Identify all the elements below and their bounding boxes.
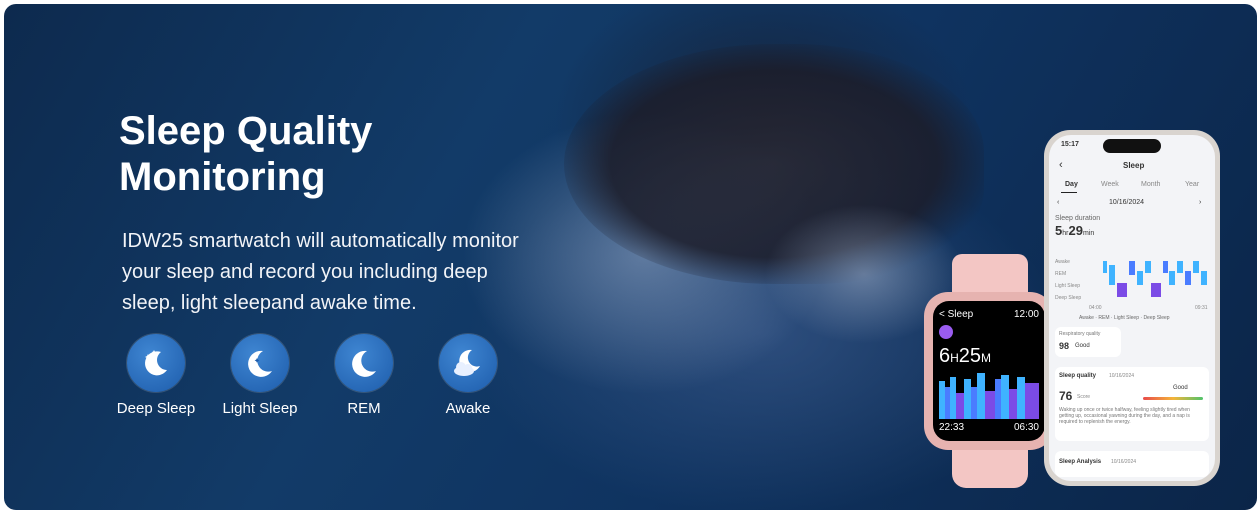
quality-gauge: [1143, 397, 1203, 400]
chart-end-time: 09:31: [1195, 305, 1208, 311]
chart-start-time: 04:00: [1089, 305, 1102, 311]
feature-awake: Awake: [418, 334, 518, 417]
active-tab-indicator: [1061, 192, 1077, 193]
legend-awake: Awake: [1079, 315, 1094, 321]
sleep-quality-unit: Score: [1077, 394, 1091, 400]
smartwatch: < Sleep 12:00 6H25M 22:33 06:30: [924, 292, 1054, 450]
sleep-quality-description: Waking up once or twice halfway, feeling…: [1059, 407, 1190, 425]
sleep-quality-status: Good: [1173, 385, 1188, 391]
tab-year[interactable]: Year: [1185, 181, 1199, 188]
prev-date-icon[interactable]: ‹: [1057, 199, 1059, 206]
duration-hours-unit: H: [950, 351, 959, 365]
moon-icon: [335, 334, 393, 392]
moon-stars-icon: [127, 334, 185, 392]
watch-sleep-duration: 6H25M: [939, 345, 991, 368]
tab-week[interactable]: Week: [1101, 181, 1119, 188]
watch-clock: 12:00: [1013, 309, 1039, 320]
chevron-left-icon[interactable]: ‹: [1059, 159, 1063, 171]
description-line1: IDW25 smartwatch will automatically moni…: [122, 230, 519, 252]
sleep-quality-label: Sleep quality: [1059, 373, 1097, 379]
duration-minutes: 25: [958, 345, 982, 367]
duration-minutes-unit: min: [1082, 230, 1095, 237]
hero-title-line1: Sleep Quality: [119, 109, 373, 153]
sleep-quality-date: 10/16/2024: [1109, 373, 1135, 379]
moon-cloud-icon: [439, 334, 497, 392]
chart-legend: Awake · REM · Light Sleep · Deep Sleep: [1079, 315, 1170, 321]
stage-awake-label: Awake: [1055, 259, 1070, 265]
sleep-analysis-date: 10/16/2024: [1111, 459, 1137, 465]
sleep-duration-value: 5hr29min: [1055, 223, 1094, 238]
duration-minutes: 29: [1068, 223, 1083, 238]
respiratory-status: Good: [1075, 343, 1090, 349]
sleep-analysis-label: Sleep Analysis: [1059, 459, 1102, 465]
legend-deep: Deep Sleep: [1143, 315, 1170, 321]
watch-end-time: 06:30: [1013, 422, 1039, 433]
watch-back-label[interactable]: < Sleep: [939, 309, 973, 320]
watch-screen: < Sleep 12:00 6H25M 22:33 06:30: [933, 301, 1045, 441]
sleep-quality-card: Sleep quality 10/16/2024 76 Score Good W…: [1055, 367, 1209, 441]
feature-rem: REM: [314, 334, 414, 417]
legend-rem: REM: [1098, 315, 1110, 321]
legend-light: Light Sleep: [1113, 315, 1139, 321]
phone-notch: [1103, 139, 1161, 153]
stage-light-label: Light Sleep: [1055, 283, 1081, 289]
respiratory-card: Respiratory quality 98 Good: [1055, 327, 1121, 357]
hero-title: Sleep Quality Monitoring: [119, 108, 459, 200]
feature-deep-sleep: Deep Sleep: [106, 334, 206, 417]
feature-label: Deep Sleep: [116, 400, 196, 417]
hero-description: IDW25 smartwatch will automatically moni…: [122, 226, 582, 319]
screen-title: Sleep: [1123, 161, 1145, 170]
feature-label: Awake: [445, 400, 491, 417]
tab-day[interactable]: Day: [1065, 181, 1078, 188]
hero-title-line2: Monitoring: [119, 155, 326, 199]
sleep-quality-score: 76: [1059, 389, 1073, 403]
smartphone: 15:17 ‹ Sleep Day Week Month Year ‹ 10/1…: [1044, 130, 1220, 486]
respiratory-label: Respiratory quality: [1059, 331, 1101, 337]
sleep-analysis-card[interactable]: Sleep Analysis 10/16/2024: [1055, 451, 1209, 477]
sleep-duration-label: Sleep duration: [1055, 215, 1101, 222]
tab-month[interactable]: Month: [1141, 181, 1160, 188]
description-line2: your sleep and record you including deep: [122, 261, 488, 283]
watch-start-time: 22:33: [939, 422, 965, 433]
date-selector[interactable]: 10/16/2024: [1109, 199, 1144, 206]
feature-label: Light Sleep: [222, 400, 298, 417]
next-date-icon[interactable]: ›: [1199, 199, 1201, 206]
feature-label: REM: [347, 400, 381, 417]
duration-hours: 6: [939, 345, 951, 367]
phone-status-time: 15:17: [1061, 141, 1079, 148]
description-line3: sleep, light sleepand awake time.: [122, 292, 417, 314]
duration-minutes-unit: M: [981, 351, 992, 365]
respiratory-value: 98: [1059, 341, 1070, 351]
phone-screen: 15:17 ‹ Sleep Day Week Month Year ‹ 10/1…: [1049, 135, 1215, 481]
moon-icon: [939, 325, 953, 339]
moon-star-icon: [231, 334, 289, 392]
watch-sleep-chart: [939, 373, 1039, 419]
phone-sleep-stage-chart: [1103, 261, 1207, 297]
feature-light-sleep: Light Sleep: [210, 334, 310, 417]
stage-rem-label: REM: [1055, 271, 1067, 277]
stage-deep-label: Deep Sleep: [1055, 295, 1082, 301]
